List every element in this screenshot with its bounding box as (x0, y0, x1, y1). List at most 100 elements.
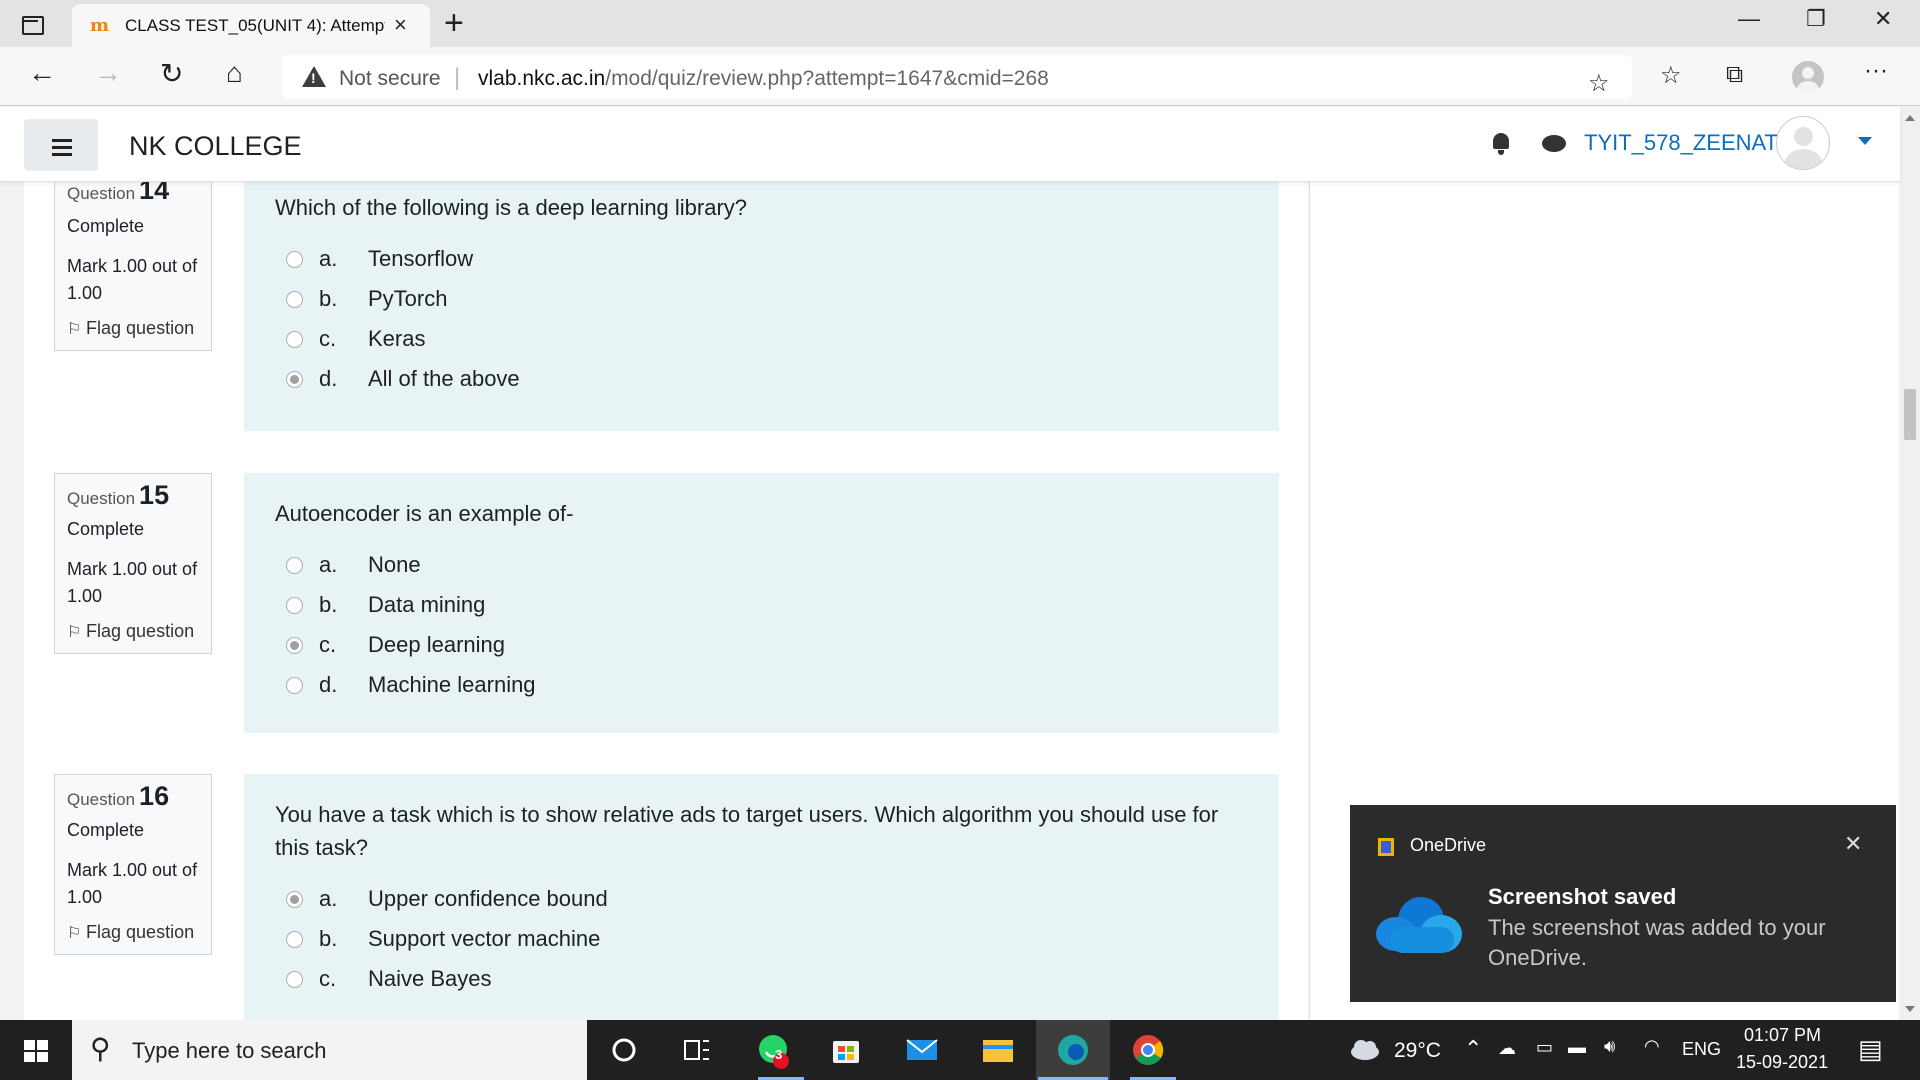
whatsapp-icon[interactable] (753, 1030, 793, 1070)
edge-icon[interactable] (1053, 1030, 1093, 1070)
user-menu-name[interactable]: TYIT_578_ZEENAT . (1584, 130, 1790, 156)
close-window-button[interactable]: ✕ (1874, 6, 1892, 32)
question-state: Complete (67, 820, 145, 840)
url-path: /mod/quiz/review.php?attempt=1647&cmid=2… (605, 67, 1049, 90)
toast-body: The screenshot was added to your OneDriv… (1488, 915, 1826, 970)
answer-option: b. Data mining (275, 592, 1249, 632)
question-label: Question (67, 184, 136, 203)
answer-text: All of the above (368, 366, 520, 391)
question-content: Autoencoder is an example of- a. None b. D… (244, 473, 1279, 733)
answer-radio-checked (286, 891, 303, 908)
answer-option: c. Keras (275, 326, 1249, 366)
warning-icon[interactable] (302, 66, 326, 87)
home-icon[interactable]: ⌂ (226, 57, 243, 89)
more-options-icon[interactable]: ··· (1864, 57, 1888, 85)
task-view-icon[interactable] (676, 1030, 716, 1070)
file-explorer-icon[interactable] (978, 1030, 1018, 1070)
user-menu-caret-icon[interactable] (1858, 137, 1872, 145)
notification-center-icon[interactable]: ▤ (1858, 1034, 1883, 1065)
profile-icon[interactable] (1792, 61, 1824, 93)
windows-start-icon[interactable] (24, 1040, 48, 1062)
add-favorite-icon[interactable]: ☆ (1588, 69, 1610, 98)
volume-icon[interactable]: 🔊︎ (1604, 1036, 1615, 1057)
url-field[interactable]: Not secure | vlab.nkc.ac.in/mod/quiz/rev… (282, 55, 1632, 99)
answer-option: a. Upper confidence bound (275, 886, 1249, 926)
answer-list: a. None b. Data mining c. Deep learning d. M… (275, 552, 1249, 712)
page-scrollbar[interactable] (1900, 107, 1920, 1020)
notifications-bell-icon[interactable] (1490, 131, 1512, 155)
url-text[interactable]: vlab.nkc.ac.in/mod/quiz/review.php?attem… (478, 67, 1049, 91)
answer-text: Support vector machine (368, 926, 601, 951)
answer-text: Data mining (368, 592, 486, 617)
messages-icon[interactable] (1542, 135, 1566, 152)
address-bar: ← → ↻ ⌂ Not secure | vlab.nkc.ac.in/mod/… (0, 47, 1920, 106)
search-icon: ⚲ (90, 1033, 111, 1064)
question-label: Question (67, 790, 136, 809)
meet-now-icon[interactable]: ▭ (1536, 1037, 1553, 1058)
answer-radio (286, 251, 303, 268)
site-navbar: NK COLLEGE TYIT_578_ZEENAT . (0, 107, 1900, 182)
flag-question-link[interactable]: ⚐ Flag question (67, 318, 211, 350)
flag-icon: ⚐ (67, 321, 82, 338)
maximize-button[interactable]: ❐ (1806, 6, 1826, 32)
show-hidden-icons-chevron-icon[interactable]: ⌃ (1464, 1036, 1482, 1062)
scrollbar-thumb[interactable] (1904, 389, 1916, 440)
flag-question-link[interactable]: ⚐ Flag question (67, 621, 211, 653)
scroll-down-icon[interactable] (1905, 1006, 1915, 1012)
toast-title: Screenshot saved (1488, 884, 1677, 909)
whatsapp-badge: 3 (775, 1047, 783, 1062)
weather-cloud-icon[interactable] (1348, 1038, 1382, 1062)
scroll-up-icon[interactable] (1905, 115, 1915, 121)
battery-icon[interactable]: ▬ (1568, 1037, 1586, 1058)
url-separator: | (454, 64, 461, 91)
answer-text: Machine learning (368, 672, 536, 697)
answer-text: Tensorflow (368, 246, 474, 271)
onedrive-notification[interactable]: OneDrive ✕ Screenshot saved The screensh… (1350, 805, 1896, 1002)
collections-icon[interactable]: ⧉ (1726, 61, 1743, 89)
question-grade: Mark 1.00 out of 1.00 (67, 256, 198, 303)
answer-letter: c. (319, 966, 337, 991)
new-tab-button[interactable]: + (444, 4, 464, 43)
clock-date[interactable]: 15-09-2021 (1736, 1052, 1828, 1073)
user-avatar[interactable] (1776, 116, 1830, 170)
site-name[interactable]: NK COLLEGE (129, 131, 302, 162)
minimize-button[interactable]: — (1738, 6, 1760, 32)
favorites-icon[interactable]: ☆ (1660, 61, 1682, 90)
answer-list: a. Upper confidence bound b. Support vecto… (275, 886, 1249, 1006)
chrome-icon[interactable] (1128, 1030, 1168, 1070)
flag-question-label: Flag question (86, 318, 195, 338)
flag-question-label: Flag question (86, 621, 195, 641)
back-icon[interactable]: ← (28, 57, 56, 89)
wifi-icon[interactable]: ◠ (1644, 1036, 1660, 1057)
security-label[interactable]: Not secure (339, 67, 441, 91)
answer-radio (286, 677, 303, 694)
menu-toggle-button[interactable] (24, 119, 98, 171)
forward-icon[interactable]: → (94, 57, 122, 89)
weather-temperature[interactable]: 29°C (1394, 1039, 1441, 1063)
question-number: 16 (139, 781, 170, 811)
question-number: 14 (139, 182, 170, 205)
flag-question-link[interactable]: ⚐ Flag question (67, 922, 211, 954)
answer-radio (286, 557, 303, 574)
taskbar-search-input[interactable]: ⚲ Type here to search (72, 1020, 587, 1080)
refresh-icon[interactable]: ↻ (160, 57, 183, 90)
tab-title: CLASS TEST_05(UNIT 4): Attempt (125, 16, 385, 35)
answer-radio (286, 971, 303, 988)
onedrive-tray-icon[interactable]: ☁ (1498, 1038, 1516, 1059)
cortana-icon[interactable] (604, 1030, 644, 1070)
answer-letter: d. (319, 366, 338, 391)
store-icon[interactable] (826, 1030, 866, 1070)
answer-text: Naive Bayes (368, 966, 492, 991)
toast-close-icon[interactable]: ✕ (1844, 831, 1862, 857)
mail-icon[interactable] (902, 1030, 942, 1070)
clock-time[interactable]: 01:07 PM (1744, 1025, 1821, 1046)
answer-radio (286, 291, 303, 308)
question-info: Question 16 Complete Mark 1.00 out of 1.0… (54, 774, 212, 955)
language-indicator[interactable]: ENG (1682, 1039, 1721, 1060)
windows-taskbar: ⚲ Type here to search 3 29°C ⌃ ☁ ▭ ▬ 🔊︎ … (0, 1020, 1920, 1080)
tab-close-icon[interactable]: × (394, 12, 407, 38)
moodle-favicon-icon: m (90, 15, 110, 36)
onedrive-cloud-icon (1376, 897, 1462, 953)
tab-actions-icon[interactable] (18, 10, 46, 38)
browser-tab[interactable]: m CLASS TEST_05(UNIT 4): Attempt × (72, 4, 430, 47)
